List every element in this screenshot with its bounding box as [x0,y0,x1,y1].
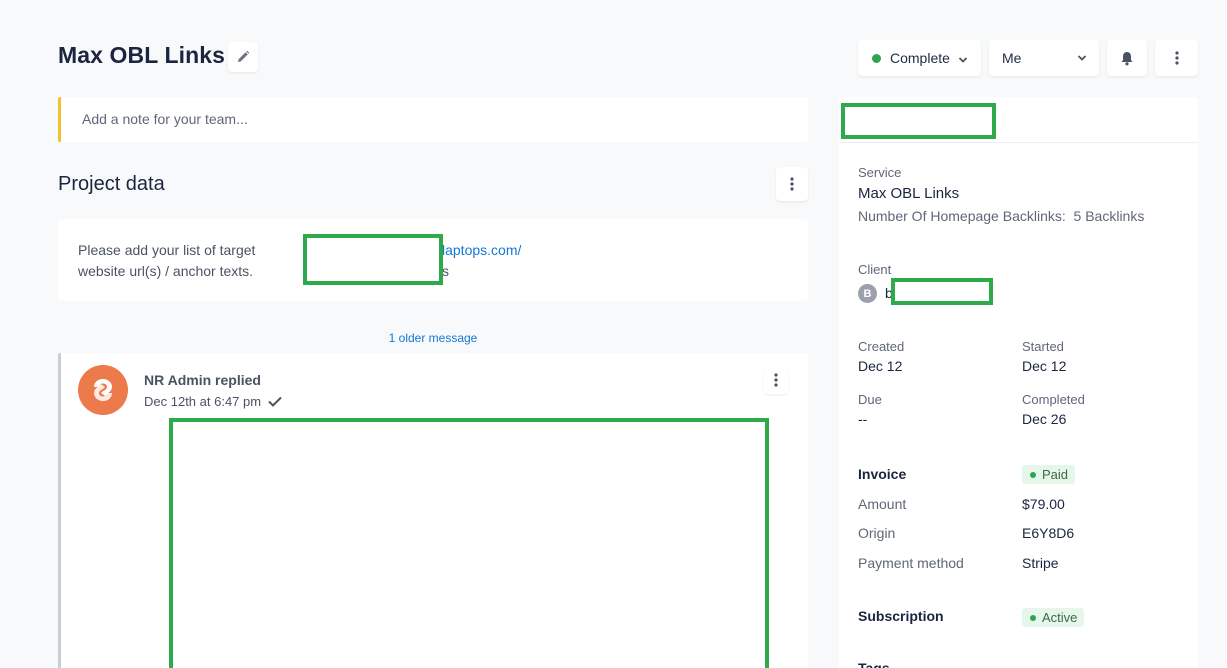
message-author: NR Admin replied [144,372,261,388]
redacted-message-body [169,418,769,668]
payment-method-label: Payment method [858,555,964,571]
redacted-order-id [841,103,996,139]
created-label: Created [858,339,905,354]
team-note-input[interactable]: Add a note for your team... [58,97,808,142]
service-name: Max OBL Links [858,185,960,202]
chevron-down-icon [958,56,968,63]
bell-icon [1121,51,1133,65]
older-messages-link[interactable]: 1 older message [58,331,808,345]
pencil-icon [238,50,250,62]
subscription-status: Active [1042,610,1078,625]
status-dot [1030,614,1036,621]
kebab-menu-icon [790,177,794,191]
invoice-status: Paid [1042,467,1069,482]
status-dropdown[interactable]: Complete [858,40,981,76]
created-value: Dec 12 [858,358,903,374]
origin-value: E6Y8D6 [1022,525,1075,541]
kebab-menu-icon [774,373,778,387]
service-option: Number Of Homepage Backlinks: 5 Backlink… [858,208,1145,224]
completed-label: Completed [1022,392,1085,407]
amount-label: Amount [858,496,907,512]
tags-label: Tags [858,660,890,668]
completed-value: Dec 26 [1022,411,1067,427]
message-timestamp: Dec 12th at 6:47 pm [144,394,262,409]
kebab-menu-icon [1174,51,1179,65]
redacted-client-name [891,278,993,305]
target-url-link[interactable]: laptops.com/ [442,242,521,258]
page-title: Max OBL Links [58,42,226,68]
invoice-status-badge[interactable]: Paid [1022,465,1076,484]
anchor-text: s [442,263,449,279]
service-label: Service [858,165,902,180]
avatar [78,365,128,415]
status-dot [1030,471,1036,478]
redacted-url-block [303,234,443,285]
project-data-menu-button[interactable] [776,167,808,201]
payment-method-value: Stripe [1022,555,1059,571]
message-menu-button[interactable] [764,366,788,394]
brand-logo-icon [94,379,112,401]
order-sidebar [839,97,1198,668]
notifications-button[interactable] [1107,40,1147,76]
started-value: Dec 12 [1022,358,1067,374]
due-value: -- [858,411,868,427]
amount-value: $79.00 [1022,496,1065,512]
status-label: Complete [890,50,950,66]
invoice-label: Invoice [858,466,907,482]
project-data-title: Project data [58,173,165,195]
chevron-down-icon [1077,55,1087,61]
assignee-label: Me [1002,50,1022,66]
client-label: Client [858,262,892,277]
check-icon [268,396,282,407]
subscription-label: Subscription [858,608,944,624]
subscription-status-badge[interactable]: Active [1022,608,1085,627]
origin-label: Origin [858,525,896,541]
assignee-dropdown[interactable]: Me [989,40,1099,76]
project-question: Please add your list of target website u… [78,242,256,279]
started-label: Started [1022,339,1064,354]
message-time: Dec 12th at 6:47 pm [144,394,282,409]
due-label: Due [858,392,882,407]
project-answer: laptops.com/ s [442,240,521,282]
edit-title-button[interactable] [228,42,258,72]
more-options-button[interactable] [1155,40,1198,76]
status-dot [872,53,881,63]
client-avatar: B [858,284,877,303]
sidebar-divider [839,142,1198,143]
